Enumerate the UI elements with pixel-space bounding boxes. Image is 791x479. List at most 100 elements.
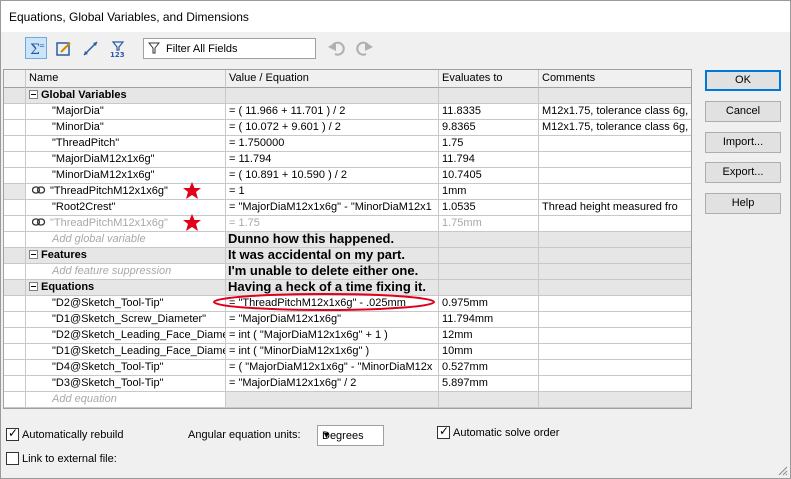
value-cell[interactable]: = ( 11.966 + 11.701 ) / 2 (226, 104, 439, 120)
row-selector[interactable] (4, 168, 26, 184)
row-selector[interactable] (4, 296, 26, 312)
evaluates-cell[interactable] (439, 264, 539, 280)
name-cell[interactable]: "D1@Sketch_Leading_Face_Diame (26, 344, 226, 360)
collapse-icon[interactable] (29, 250, 38, 259)
row-selector[interactable] (4, 152, 26, 168)
evaluates-cell[interactable]: 11.794mm (439, 312, 539, 328)
help-button[interactable]: Help (705, 193, 781, 214)
value-cell[interactable]: = ( "MajorDiaM12x1x6g" - "MinorDiaM12x (226, 360, 439, 376)
value-cell[interactable]: = int ( "MinorDiaM12x1x6g" ) (226, 344, 439, 360)
header-evaluates[interactable]: Evaluates to (439, 70, 539, 88)
name-cell[interactable]: Add equation (26, 392, 226, 408)
name-cell[interactable]: "D2@Sketch_Leading_Face_Diame (26, 328, 226, 344)
name-cell[interactable]: "D3@Sketch_Tool-Tip" (26, 376, 226, 392)
evaluates-cell[interactable]: 11.794 (439, 152, 539, 168)
evaluates-cell[interactable]: 5.897mm (439, 376, 539, 392)
row-selector[interactable] (4, 104, 26, 120)
filter-input[interactable]: Filter All Fields (143, 38, 316, 59)
comment-cell[interactable] (539, 376, 691, 392)
name-cell[interactable]: "MinorDia" (26, 120, 226, 136)
table-row[interactable]: "MajorDia" = ( 11.966 + 11.701 ) / 2 11.83… (4, 104, 691, 120)
name-cell[interactable]: Add global variable (26, 232, 226, 248)
value-cell[interactable]: = ( 10.072 + 9.601 ) / 2 (226, 120, 439, 136)
name-cell[interactable]: Equations (26, 280, 226, 296)
import-button[interactable]: Import... (705, 132, 781, 153)
header-name[interactable]: Name (26, 70, 226, 88)
table-row[interactable]: "ThreadPitchM12x1x6g" = 1.75 1.75mm (4, 216, 691, 232)
comment-cell[interactable] (539, 88, 691, 104)
name-cell[interactable]: "MajorDiaM12x1x6g" (26, 152, 226, 168)
comment-cell[interactable] (539, 296, 691, 312)
name-cell[interactable]: "D2@Sketch_Tool-Tip" (26, 296, 226, 312)
value-cell[interactable]: = "MajorDiaM12x1x6g" / 2 (226, 376, 439, 392)
comment-cell[interactable]: M12x1.75, tolerance class 6g, (539, 104, 691, 120)
value-cell[interactable]: = 1.75 (226, 216, 439, 232)
comment-cell[interactable] (539, 392, 691, 408)
row-selector[interactable] (4, 136, 26, 152)
table-row[interactable]: "Root2Crest" = "MajorDiaM12x1x6g" - "Mino… (4, 200, 691, 216)
table-row[interactable]: "MinorDiaM12x1x6g" = ( 10.891 + 10.590 ) … (4, 168, 691, 184)
evaluates-cell[interactable]: 10.7405 (439, 168, 539, 184)
row-selector[interactable] (4, 184, 26, 200)
name-cell[interactable]: "D1@Sketch_Screw_Diameter" (26, 312, 226, 328)
table-row[interactable]: "ThreadPitch" = 1.750000 1.75 (4, 136, 691, 152)
evaluates-cell[interactable] (439, 232, 539, 248)
cancel-button[interactable]: Cancel (705, 101, 781, 122)
row-selector[interactable] (4, 232, 26, 248)
comment-cell[interactable] (539, 344, 691, 360)
evaluates-cell[interactable]: 9.8365 (439, 120, 539, 136)
row-selector[interactable] (4, 376, 26, 392)
header-value[interactable]: Value / Equation (226, 70, 439, 88)
redo-icon[interactable] (354, 39, 374, 57)
comment-cell[interactable] (539, 312, 691, 328)
evaluates-cell[interactable]: 0.527mm (439, 360, 539, 376)
comment-cell[interactable] (539, 136, 691, 152)
auto-rebuild-checkbox[interactable] (6, 426, 19, 441)
table-row[interactable]: "D1@Sketch_Screw_Diameter" = "MajorDiaM12… (4, 312, 691, 328)
row-selector[interactable] (4, 360, 26, 376)
row-selector[interactable] (4, 120, 26, 136)
evaluates-cell[interactable] (439, 392, 539, 408)
evaluates-cell[interactable]: 1.75 (439, 136, 539, 152)
value-cell[interactable]: = int ( "MajorDiaM12x1x6g" + 1 ) (226, 328, 439, 344)
name-cell[interactable]: Add feature suppression (26, 264, 226, 280)
table-row[interactable]: "MajorDiaM12x1x6g" = 11.794 11.794 (4, 152, 691, 168)
row-selector[interactable] (4, 88, 26, 104)
comment-cell[interactable] (539, 328, 691, 344)
row-selector[interactable] (4, 264, 26, 280)
evaluates-cell[interactable] (439, 248, 539, 264)
evaluates-cell[interactable]: 11.8335 (439, 104, 539, 120)
comment-cell[interactable] (539, 360, 691, 376)
evaluates-cell[interactable]: 12mm (439, 328, 539, 344)
sketch-equation-view-button[interactable] (52, 37, 74, 59)
value-cell[interactable] (226, 88, 439, 104)
group-row[interactable]: Global Variables (4, 88, 691, 104)
dimension-view-button[interactable] (79, 37, 101, 59)
header-comments[interactable]: Comments (539, 70, 691, 88)
equation-view-button[interactable]: Σ = (25, 37, 47, 59)
name-cell[interactable]: Global Variables (26, 88, 226, 104)
export-button[interactable]: Export... (705, 162, 781, 183)
row-selector[interactable] (4, 200, 26, 216)
comment-cell[interactable] (539, 152, 691, 168)
comment-cell[interactable] (539, 232, 691, 248)
ok-button[interactable]: OK (705, 70, 781, 91)
resize-grip-icon[interactable] (776, 464, 788, 476)
angular-units-select[interactable]: Degrees ▼ (317, 425, 384, 446)
comment-cell[interactable] (539, 184, 691, 200)
link-external-checkbox[interactable] (6, 452, 19, 465)
value-cell[interactable] (226, 392, 439, 408)
table-row[interactable]: "D3@Sketch_Tool-Tip" = "MajorDiaM12x1x6g"… (4, 376, 691, 392)
evaluates-cell[interactable] (439, 280, 539, 296)
collapse-icon[interactable] (29, 282, 38, 291)
evaluates-cell[interactable]: 1.0535 (439, 200, 539, 216)
row-selector[interactable] (4, 344, 26, 360)
row-selector[interactable] (4, 280, 26, 296)
row-selector[interactable] (4, 312, 26, 328)
evaluates-cell[interactable]: 1.75mm (439, 216, 539, 232)
comment-cell[interactable]: Thread height measured fro (539, 200, 691, 216)
name-cell[interactable]: "MajorDia" (26, 104, 226, 120)
table-row[interactable]: "D1@Sketch_Leading_Face_Diame = int ( "Mi… (4, 344, 691, 360)
auto-solve-checkbox[interactable] (437, 424, 450, 439)
evaluates-cell[interactable]: 1mm (439, 184, 539, 200)
